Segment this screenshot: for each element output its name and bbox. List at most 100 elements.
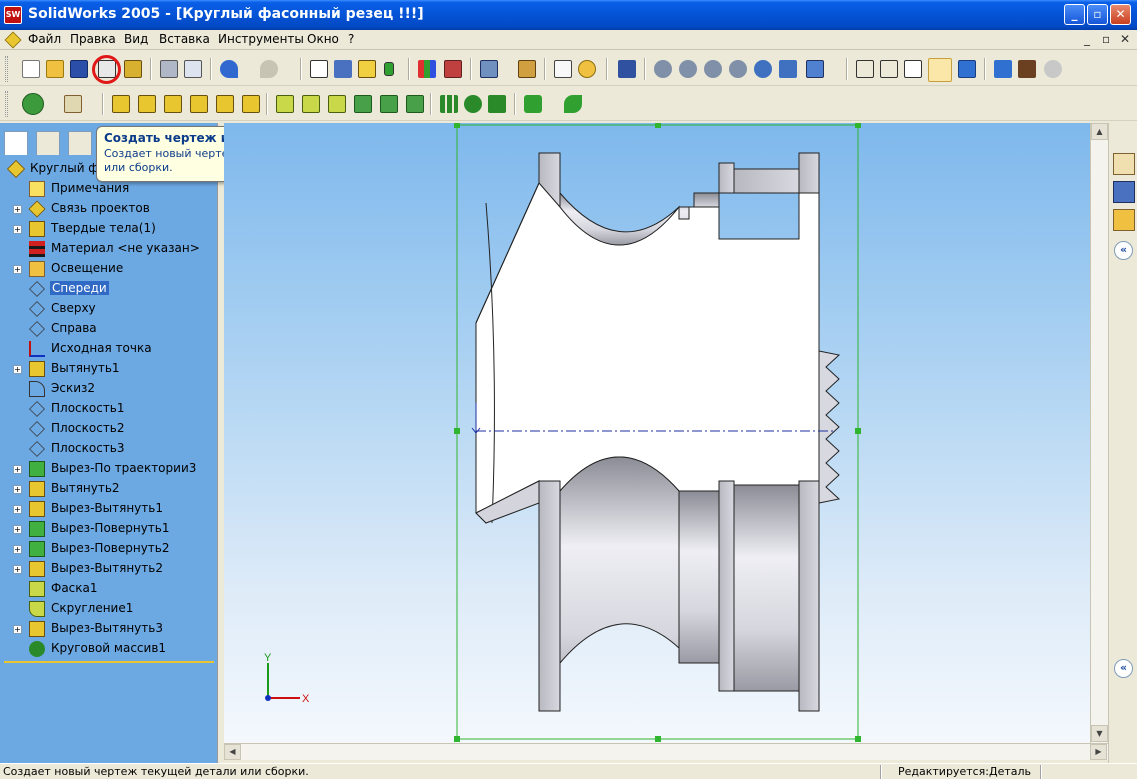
expand-icon[interactable]: + (13, 225, 22, 234)
menu-tools[interactable]: Инструменты (218, 32, 304, 46)
reference-geometry-icon[interactable] (480, 60, 498, 78)
tree-item[interactable]: + Твердые тела(1) (4, 219, 214, 239)
wireframe-icon[interactable] (856, 60, 874, 78)
bbox-handle[interactable] (454, 736, 460, 742)
redo-icon[interactable] (260, 60, 278, 78)
swept-boss-icon[interactable] (164, 95, 182, 113)
tree-item[interactable]: Плоскость1 (4, 399, 214, 419)
vertical-scrollbar[interactable]: ▲ ▼ (1090, 123, 1108, 743)
horizontal-scrollbar[interactable]: ◀ ▶ (224, 743, 1108, 760)
expand-icon[interactable]: + (13, 565, 22, 574)
pan-icon[interactable] (779, 60, 797, 78)
mdi-minimize-button[interactable]: _ (1084, 32, 1090, 46)
bbox-handle[interactable] (855, 428, 861, 434)
tree-item[interactable]: Эскиз2 (4, 379, 214, 399)
reference-point-icon[interactable] (524, 95, 542, 113)
linear-pattern-icon[interactable] (440, 95, 458, 113)
help-icon[interactable] (578, 60, 596, 78)
print-icon[interactable] (160, 60, 178, 78)
maximize-button[interactable]: ▫ (1087, 4, 1108, 25)
tree-item[interactable]: Сверху (4, 299, 214, 319)
shaded-icon[interactable] (958, 60, 976, 78)
realview-icon[interactable] (1044, 60, 1062, 78)
tree-item[interactable]: + Вырез-Вытянуть3 (4, 619, 214, 639)
mdi-close-button[interactable]: ✕ (1120, 32, 1130, 46)
tree-item[interactable]: Скругление1 (4, 599, 214, 619)
rebuild-icon[interactable] (384, 62, 394, 76)
zoom-to-fit-icon[interactable] (654, 60, 672, 78)
expand-icon[interactable]: + (13, 545, 22, 554)
revolved-boss-icon[interactable] (138, 95, 156, 113)
expand-icon[interactable]: + (13, 505, 22, 514)
zoom-to-selection-icon[interactable] (729, 60, 747, 78)
tree-item[interactable]: + Освещение (4, 259, 214, 279)
menu-edit[interactable]: Правка (70, 32, 116, 46)
tree-item[interactable]: + Вырез-Повернуть1 (4, 519, 214, 539)
measure-icon[interactable] (518, 60, 536, 78)
extruded-cut-icon[interactable] (216, 95, 234, 113)
tree-item[interactable]: Плоскость2 (4, 419, 214, 439)
expand-icon[interactable]: + (13, 485, 22, 494)
menu-window[interactable]: Окно (307, 32, 339, 46)
smart-dimension-icon[interactable] (64, 95, 82, 113)
expand-task-pane-icon[interactable]: « (1114, 241, 1133, 260)
standard-views-icon[interactable] (806, 60, 824, 78)
lofted-boss-icon[interactable] (190, 95, 208, 113)
view-orientation-icon[interactable] (618, 60, 636, 78)
mdi-restore-button[interactable]: ▫ (1102, 32, 1110, 46)
collapse-task-pane-icon[interactable]: « (1114, 659, 1133, 678)
tree-item[interactable]: + Связь проектов (4, 199, 214, 219)
shell-icon[interactable] (354, 95, 372, 113)
shaded-with-edges-button[interactable] (928, 58, 952, 82)
zoom-to-area-icon[interactable] (679, 60, 697, 78)
rotate-view-icon[interactable] (754, 60, 772, 78)
tree-item[interactable]: Круговой массив1 (4, 639, 214, 659)
solidworks-app-icon[interactable]: SW (4, 6, 22, 24)
tree-item[interactable]: + Вытянуть1 (4, 359, 214, 379)
fillet-tool-icon[interactable] (276, 95, 294, 113)
dome-icon[interactable] (406, 95, 424, 113)
menu-view[interactable]: Вид (124, 32, 148, 46)
bbox-handle[interactable] (454, 123, 460, 128)
tree-item[interactable]: Фаска1 (4, 579, 214, 599)
select-other-icon[interactable] (334, 60, 352, 78)
tab-property-manager[interactable] (36, 131, 60, 155)
section-view-icon[interactable] (994, 60, 1012, 78)
tree-item[interactable]: Справа (4, 319, 214, 339)
tree-item[interactable]: + Вырез-Вытянуть2 (4, 559, 214, 579)
expand-icon[interactable]: + (13, 365, 22, 374)
bbox-handle[interactable] (454, 428, 460, 434)
tab-configuration-manager[interactable] (68, 131, 92, 155)
tree-item[interactable]: + Вырез-По траектории3 (4, 459, 214, 479)
material-icon[interactable] (444, 60, 462, 78)
document-menu-icon[interactable] (4, 31, 22, 49)
mirror-icon[interactable] (488, 95, 506, 113)
hole-wizard-icon[interactable] (242, 95, 260, 113)
scroll-down-button[interactable]: ▼ (1091, 725, 1108, 742)
minimize-button[interactable]: _ (1064, 4, 1085, 25)
hidden-lines-removed-icon[interactable] (904, 60, 922, 78)
hidden-lines-visible-icon[interactable] (880, 60, 898, 78)
toolbar-grip[interactable] (5, 56, 8, 82)
scroll-up-button[interactable]: ▲ (1091, 123, 1108, 140)
tree-item[interactable]: Материал <не указан> (4, 239, 214, 259)
expand-icon[interactable]: + (13, 525, 22, 534)
tree-item[interactable]: Исходная точка (4, 339, 214, 359)
menu-file[interactable]: Файл (28, 32, 61, 46)
bbox-handle[interactable] (655, 123, 661, 128)
menu-help[interactable]: ? (348, 32, 354, 46)
expand-icon[interactable]: + (13, 265, 22, 274)
circular-pattern-tool-icon[interactable] (464, 95, 482, 113)
expand-icon[interactable]: + (13, 465, 22, 474)
undo-icon[interactable] (220, 60, 238, 78)
open-folder-icon[interactable] (46, 60, 64, 78)
properties-icon[interactable] (554, 60, 572, 78)
extruded-boss-icon[interactable] (112, 95, 130, 113)
home-icon[interactable] (1113, 153, 1135, 175)
tab-feature-manager[interactable] (4, 131, 28, 155)
toolbar-grip[interactable] (5, 91, 8, 117)
rib-icon[interactable] (328, 95, 346, 113)
select-icon[interactable] (310, 60, 328, 78)
close-button[interactable]: ✕ (1110, 4, 1131, 25)
tree-item[interactable]: + Вырез-Вытянуть1 (4, 499, 214, 519)
